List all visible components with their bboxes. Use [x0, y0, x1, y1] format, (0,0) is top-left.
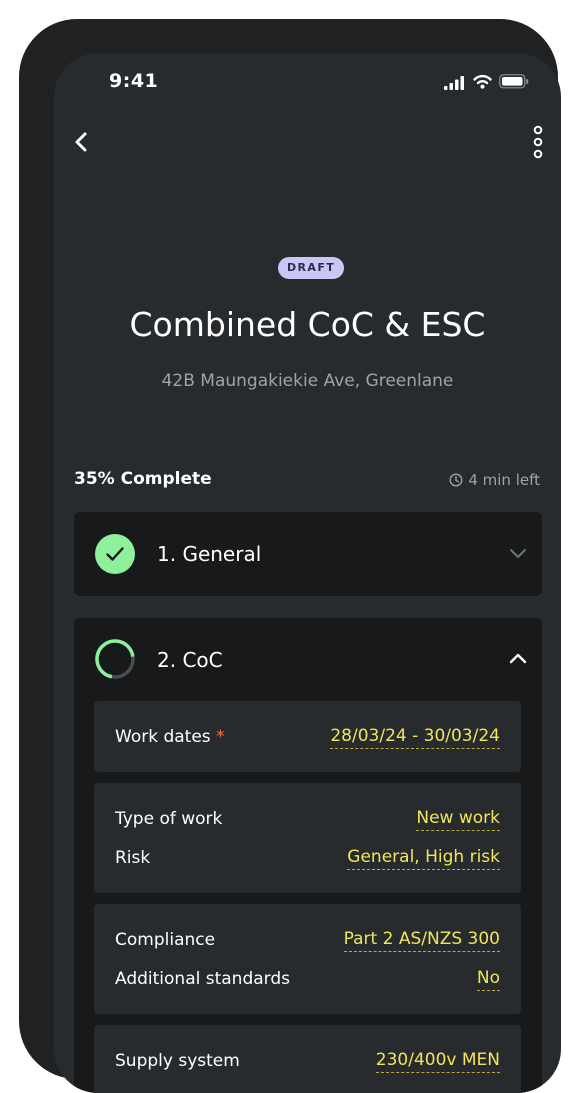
supply-system-value[interactable]: 230/400v MEN: [375, 1050, 500, 1073]
section-title[interactable]: 2. CoC: [157, 648, 223, 672]
section-title: 1. General: [157, 542, 262, 566]
required-mark: *: [216, 727, 225, 747]
check-icon: [106, 547, 124, 561]
chevron-down-icon[interactable]: [508, 546, 528, 562]
signal-icon: [444, 76, 464, 90]
work-dates-value[interactable]: 28/03/24 - 30/03/24: [330, 726, 500, 749]
additional-standards-value[interactable]: No: [476, 968, 500, 991]
time-left: 4 min left: [449, 471, 540, 489]
work-dates-group: Work dates * 28/03/24 - 30/03/24: [94, 701, 521, 772]
risk-value[interactable]: General, High risk: [347, 847, 500, 870]
section-general[interactable]: 1. General: [74, 512, 542, 596]
compliance-group: Compliance Part 2 AS/NZS 300 Additional …: [94, 904, 521, 1014]
battery-icon: [499, 74, 529, 89]
back-chevron-icon[interactable]: [70, 127, 96, 157]
address-subtitle: 42B Maungakiekie Ave, Greenlane: [161, 371, 454, 391]
page-title: Combined CoC & ESC: [129, 305, 486, 344]
supply-group: Supply system 230/400v MEN: [94, 1025, 521, 1093]
progress-label: 35% Complete: [74, 469, 212, 489]
work-dates-label: Work dates *: [115, 727, 225, 747]
supply-system-label: Supply system: [115, 1051, 240, 1071]
type-of-work-label: Type of work: [115, 809, 223, 829]
status-time: 9:41: [109, 70, 159, 92]
section-coc: 2. CoC Work dates * 28/03/24 - 30/03/24 …: [74, 618, 542, 1093]
clock-icon: [449, 473, 463, 487]
chevron-up-icon[interactable]: [508, 650, 528, 666]
status-badge: DRAFT: [278, 257, 345, 279]
compliance-value[interactable]: Part 2 AS/NZS 300: [343, 929, 500, 952]
complete-indicator: [95, 534, 135, 574]
type-of-work-value[interactable]: New work: [416, 808, 500, 831]
time-left-text: 4 min left: [468, 471, 540, 489]
additional-standards-label: Additional standards: [115, 969, 291, 989]
compliance-label: Compliance: [115, 930, 216, 950]
risk-label: Risk: [115, 848, 151, 868]
work-type-group: Type of work New work Risk General, High…: [94, 783, 521, 893]
progress-ring-arc: [95, 639, 135, 679]
wifi-icon: [473, 74, 492, 89]
progress-ring-icon: [95, 639, 135, 679]
work-dates-label-text: Work dates: [115, 727, 211, 747]
app-screen: 9:41 DRAFT Combined CoC & ESC 42B Maunga…: [54, 53, 561, 1093]
more-vertical-icon[interactable]: [526, 123, 550, 163]
phone-frame: 9:41 DRAFT Combined CoC & ESC 42B Maunga…: [19, 19, 561, 1093]
